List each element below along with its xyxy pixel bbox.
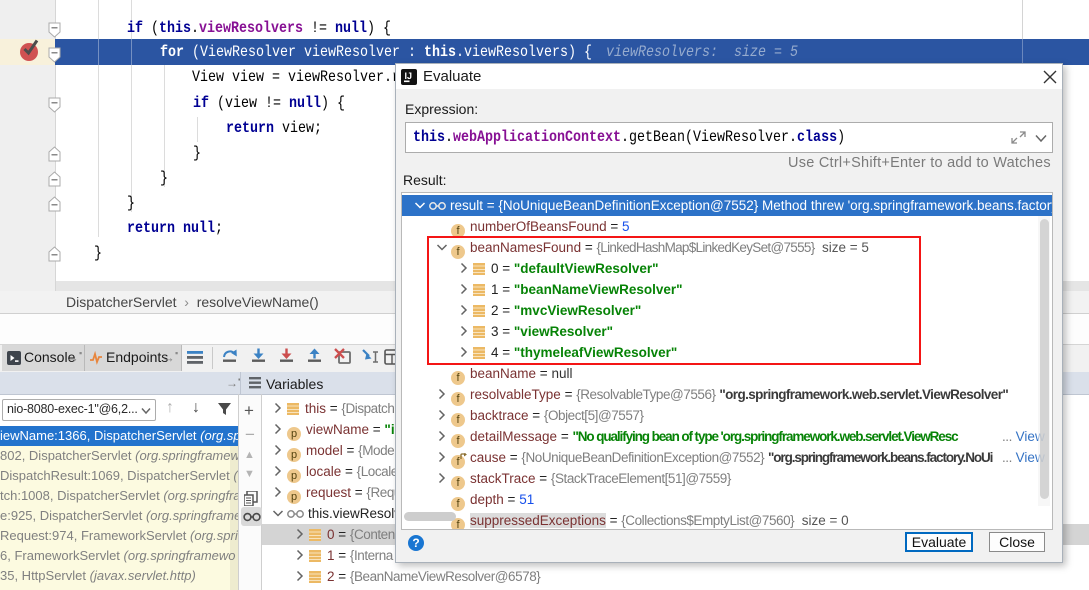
svg-text:IJ: IJ: [405, 71, 413, 81]
